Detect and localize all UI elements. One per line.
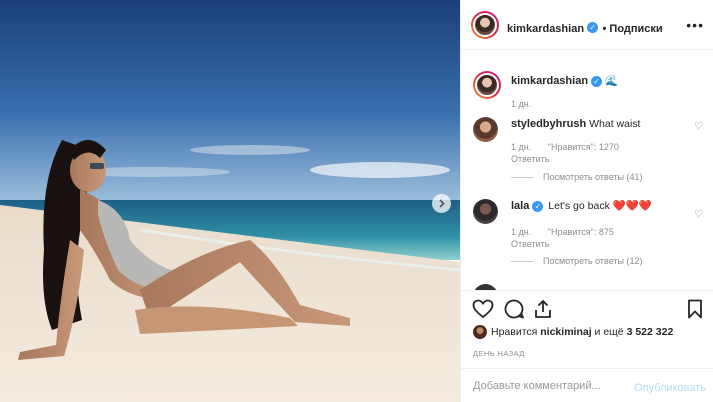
post-side-panel: kimkardashian ✓ • Подписки ••• kimkardash… — [460, 0, 713, 402]
save-icon[interactable] — [687, 299, 703, 324]
likes-count[interactable]: 3 522 322 — [627, 326, 674, 338]
likes-suffix: и ещё — [594, 325, 624, 338]
chevron-right-icon — [439, 199, 445, 208]
comment-actions: Ответить — [511, 154, 563, 164]
wave-emoji: 🌊 — [604, 75, 619, 87]
comment-username[interactable]: styledbyhrush — [511, 118, 586, 130]
comment-time: 1 дн. — [511, 227, 532, 237]
comments-list: kimkardashian ✓ 🌊 1 дн. styledbyhrush Wha… — [461, 50, 713, 290]
liker-username[interactable]: nickiminaj — [540, 326, 591, 338]
author-avatar[interactable] — [471, 11, 499, 39]
comment-meta: 1 дн. "Нравится": 875 — [511, 227, 628, 237]
comment-text: lala ✓ Let's go back ❤️❤️❤️ — [511, 199, 652, 213]
comment-text: styledbyhrush What waist — [511, 117, 640, 131]
caption-time: 1 дн. — [511, 99, 532, 109]
publish-button[interactable]: Опубликовать — [634, 382, 706, 394]
like-icon[interactable] — [472, 299, 494, 324]
post-actions — [461, 290, 713, 330]
post-header: kimkardashian ✓ • Подписки ••• — [461, 0, 713, 50]
caption-meta: 1 дн. — [511, 99, 545, 109]
like-comment-icon[interactable]: ♡ — [694, 209, 703, 220]
comment-likes[interactable]: "Нравится": 1270 — [548, 142, 619, 152]
like-comment-icon[interactable]: ♡ — [694, 121, 703, 132]
follow-button[interactable]: • Подписки — [603, 23, 663, 35]
comment-username[interactable]: lala — [511, 200, 529, 212]
likes-summary: Нравится nickiminaj и ещё 3 522 322 — [473, 325, 673, 339]
commenter-avatar[interactable] — [473, 199, 498, 224]
comment-actions: Ответить — [511, 239, 563, 249]
reply-button[interactable]: Ответить — [511, 154, 549, 164]
comment-body: What waist — [589, 118, 641, 130]
reply-button[interactable]: Ответить — [511, 239, 549, 249]
caption-username[interactable]: kimkardashian — [511, 75, 588, 87]
comment-body: Let's go back ❤️❤️❤️ — [548, 200, 652, 212]
comment-composer: Опубликовать — [461, 368, 713, 402]
verified-icon: ✓ — [532, 200, 544, 212]
more-options-icon[interactable]: ••• — [686, 17, 704, 33]
share-icon[interactable] — [533, 299, 553, 324]
author-username[interactable]: kimkardashian — [507, 23, 584, 35]
view-replies-link[interactable]: Посмотреть ответы (41) — [511, 172, 643, 182]
liker-avatar — [473, 325, 487, 339]
verified-icon: ✓ — [591, 75, 603, 87]
verified-icon: ✓ — [587, 22, 599, 34]
comment-meta: 1 дн. "Нравится": 1270 — [511, 142, 633, 152]
commenter-avatar[interactable] — [473, 117, 498, 142]
next-photo-button[interactable] — [432, 194, 451, 213]
beach-photo — [0, 0, 460, 402]
post-date: ДЕНЬ НАЗАД — [473, 349, 525, 358]
view-replies-link[interactable]: Посмотреть ответы (12) — [511, 256, 643, 266]
comment-time: 1 дн. — [511, 142, 532, 152]
caption-text: kimkardashian ✓ 🌊 — [511, 74, 618, 88]
header-title: kimkardashian ✓ • Подписки — [507, 19, 663, 37]
post-photo — [0, 0, 460, 402]
comment-likes[interactable]: "Нравится": 875 — [548, 227, 614, 237]
caption-avatar[interactable] — [473, 71, 501, 99]
comment-icon[interactable] — [503, 299, 525, 324]
likes-prefix: Нравится — [491, 325, 538, 338]
comment-input[interactable] — [473, 377, 633, 395]
